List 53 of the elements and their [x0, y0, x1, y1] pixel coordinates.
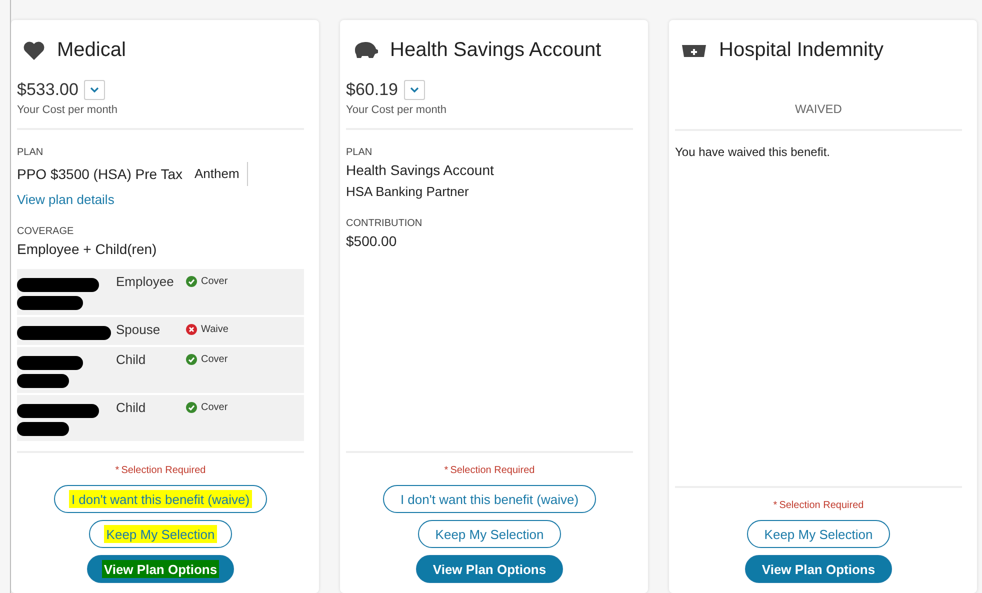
chevron-down-icon [410, 87, 419, 93]
plan-partner: HSA Banking Partner [346, 184, 469, 199]
relationship: Spouse [116, 322, 162, 337]
required-asterisk: * [773, 500, 778, 511]
coverage-status: Cover [201, 354, 228, 365]
outline-button[interactable]: Keep My Selection [89, 520, 232, 548]
outline-button[interactable]: Keep My Selection [418, 520, 561, 548]
chevron-down-icon [90, 87, 100, 93]
relationship: Child [116, 400, 147, 415]
monthly-cost: $533.00 [17, 80, 78, 100]
relationship: Employee [116, 274, 175, 289]
section-label: COVERAGE [17, 226, 74, 237]
redaction-mark [17, 422, 69, 436]
section-label: PLAN [17, 147, 44, 158]
cost-dropdown-button[interactable] [84, 80, 106, 100]
waived-message: You have waived this benefit. [675, 145, 830, 159]
redaction-mark [17, 296, 83, 310]
required-asterisk: * [115, 465, 120, 476]
coverage-status: Cover [201, 402, 228, 413]
required-asterisk: * [444, 465, 448, 476]
monthly-cost: $60.19 [346, 80, 398, 100]
relationship: Child [116, 352, 147, 367]
cost-dropdown-button[interactable] [404, 80, 425, 100]
view-plan-options-button[interactable]: View Plan Options [744, 555, 892, 583]
outline-button[interactable]: I don't want this benefit (waive) [383, 485, 596, 513]
view-plan-options-button[interactable]: View Plan Options [416, 555, 564, 583]
redaction-mark [17, 356, 83, 370]
medical-case-icon [681, 43, 707, 57]
card-title: Health Savings Account [390, 38, 602, 62]
coverage-status: Waive [201, 324, 228, 335]
selection-required-note: Selection Required [121, 465, 206, 476]
card-title: Medical [57, 38, 126, 62]
section-value: Employee + Child(ren) [17, 241, 157, 257]
section-label: PLAN [346, 147, 372, 158]
selection-required-note: Selection Required [450, 465, 535, 476]
view-plan-options-button[interactable]: View Plan Options [86, 555, 234, 583]
cost-caption: Your Cost per month [17, 104, 118, 116]
outline-button[interactable]: Keep My Selection [747, 520, 890, 548]
selection-required-note: Selection Required [779, 500, 864, 511]
section-value: PPO $3500 (HSA) Pre Tax [17, 166, 182, 182]
section-value: $500.00 [346, 233, 397, 249]
section-value: Health Savings Account [346, 162, 494, 178]
redaction-mark [17, 374, 69, 388]
view-plan-details-link[interactable]: View plan details [17, 192, 114, 207]
section-label: CONTRIBUTION [346, 218, 422, 229]
waived-status: WAIVED [795, 102, 842, 116]
carrier-name: Anthem [194, 162, 248, 186]
cost-caption: Your Cost per month [346, 104, 446, 116]
card-title: Hospital Indemnity [719, 38, 884, 62]
outline-button[interactable]: I don't want this benefit (waive) [54, 485, 267, 513]
heart-icon [23, 40, 45, 60]
coverage-status: Cover [201, 276, 228, 287]
piggy-bank-icon [352, 40, 378, 60]
